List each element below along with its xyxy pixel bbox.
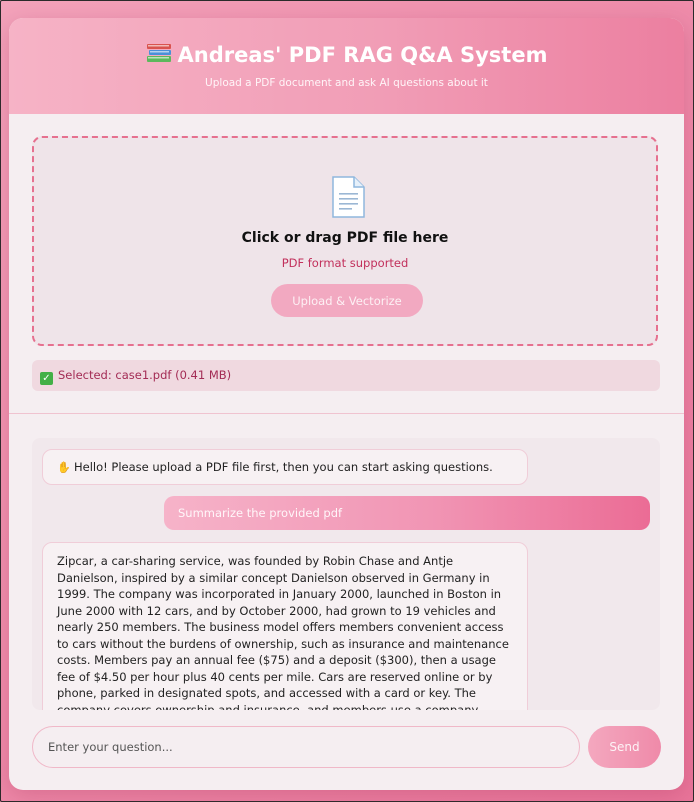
dropzone-subtitle: PDF format supported — [281, 256, 409, 270]
assistant-message: Zipcar, a car-sharing service, was found… — [42, 542, 528, 710]
app-card: Andreas' PDF RAG Q&A System Upload a PDF… — [9, 18, 684, 790]
user-message: Summarize the provided pdf — [164, 496, 650, 530]
page-subtitle: Upload a PDF document and ask AI questio… — [205, 77, 488, 89]
send-button[interactable]: Send — [588, 726, 661, 768]
upload-vectorize-button[interactable]: Upload & Vectorize — [271, 284, 423, 317]
input-row: Send — [32, 726, 661, 768]
page-title: Andreas' PDF RAG Q&A System — [9, 42, 684, 67]
assistant-message: ✋ Hello! Please upload a PDF file first, … — [42, 449, 528, 485]
divider — [9, 413, 684, 414]
books-icon — [146, 44, 171, 62]
assistant-message-text: Hello! Please upload a PDF file first, t… — [74, 460, 493, 474]
header: Andreas' PDF RAG Q&A System Upload a PDF… — [9, 18, 684, 114]
check-icon: ✓ — [40, 372, 53, 385]
question-input[interactable] — [32, 726, 580, 768]
file-icon — [332, 176, 365, 218]
selected-file-status: ✓ Selected: case1.pdf (0.41 MB) — [32, 360, 660, 391]
chat-panel[interactable]: ✋ Hello! Please upload a PDF file first, … — [32, 438, 660, 710]
title-text: Andreas' PDF RAG Q&A System — [177, 43, 548, 67]
upload-dropzone[interactable]: Click or drag PDF file here PDF format s… — [32, 136, 658, 346]
selected-file-text: Selected: case1.pdf (0.41 MB) — [58, 368, 232, 382]
wave-icon: ✋ — [57, 461, 71, 474]
dropzone-title: Click or drag PDF file here — [241, 230, 449, 246]
